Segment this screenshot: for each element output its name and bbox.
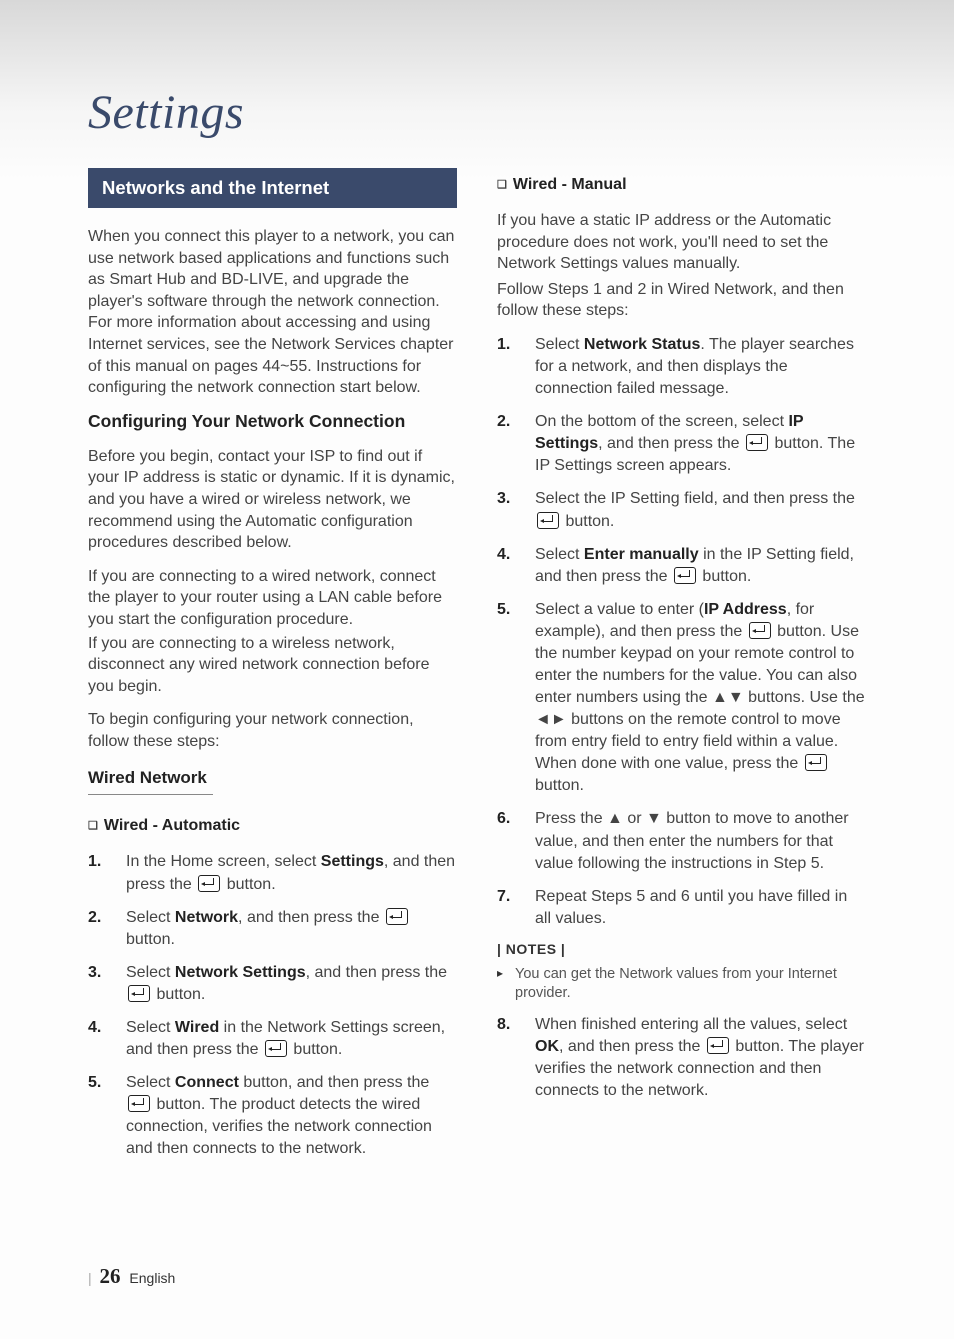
enter-icon: [537, 512, 559, 529]
list-item: Select a value to enter (IP Address, for…: [497, 599, 866, 798]
wired-manual-step8: When finished entering all the values, s…: [497, 1014, 866, 1102]
configure-p1: Before you begin, contact your ISP to fi…: [88, 446, 457, 554]
list-item: Select Enter manually in the IP Setting …: [497, 544, 866, 588]
footer-lang: English: [129, 1270, 175, 1286]
configure-heading: Configuring Your Network Connection: [88, 411, 457, 432]
enter-icon: [746, 434, 768, 451]
enter-icon: [674, 567, 696, 584]
wired-manual-heading-text: Wired - Manual: [513, 176, 627, 193]
list-item: When finished entering all the values, s…: [497, 1014, 866, 1102]
page-number: 26: [100, 1264, 121, 1288]
enter-icon: [707, 1037, 729, 1054]
list-item: Select Network Status. The player search…: [497, 334, 866, 400]
enter-icon: [128, 985, 150, 1002]
wired-manual-intro2: Follow Steps 1 and 2 in Wired Network, a…: [497, 279, 866, 322]
wired-auto-heading: ❑Wired - Automatic: [88, 817, 457, 835]
enter-icon: [128, 1095, 150, 1112]
list-item: Select Network, and then press the butto…: [88, 907, 457, 951]
list-item: Select Connect button, and then press th…: [88, 1072, 457, 1160]
list-item: Repeat Steps 5 and 6 until you have fill…: [497, 886, 866, 930]
note-item: You can get the Network values from your…: [497, 965, 866, 1004]
left-column: Networks and the Internet When you conne…: [88, 168, 457, 1171]
enter-icon: [265, 1040, 287, 1057]
enter-icon: [198, 875, 220, 892]
wired-network-heading: Wired Network: [88, 768, 213, 795]
notes-label: | NOTES |: [497, 941, 866, 957]
page-footer: | 26 English: [88, 1264, 175, 1289]
right-column: ❑Wired - Manual If you have a static IP …: [497, 168, 866, 1171]
wired-manual-intro1: If you have a static IP address or the A…: [497, 210, 866, 275]
enter-icon: [386, 908, 408, 925]
enter-icon: [749, 622, 771, 639]
list-item: Select the IP Setting field, and then pr…: [497, 488, 866, 532]
wired-auto-steps: In the Home screen, select Settings, and…: [88, 851, 457, 1160]
wired-manual-steps: Select Network Status. The player search…: [497, 334, 866, 930]
section-header: Networks and the Internet: [88, 168, 457, 208]
wired-auto-heading-text: Wired - Automatic: [104, 817, 240, 834]
configure-p3: To begin configuring your network connec…: [88, 709, 457, 752]
configure-p2b: If you are connecting to a wireless netw…: [88, 633, 457, 698]
wired-manual-heading: ❑Wired - Manual: [497, 176, 866, 194]
enter-icon: [805, 754, 827, 771]
configure-p2a: If you are connecting to a wired network…: [88, 566, 457, 631]
list-item: Press the ▲ or ▼ button to move to anoth…: [497, 808, 866, 874]
list-item: Select Wired in the Network Settings scr…: [88, 1017, 457, 1061]
list-item: In the Home screen, select Settings, and…: [88, 851, 457, 895]
list-item: Select Network Settings, and then press …: [88, 962, 457, 1006]
list-item: On the bottom of the screen, select IP S…: [497, 411, 866, 477]
intro-text: When you connect this player to a networ…: [88, 226, 457, 399]
page-title: Settings: [88, 85, 866, 140]
